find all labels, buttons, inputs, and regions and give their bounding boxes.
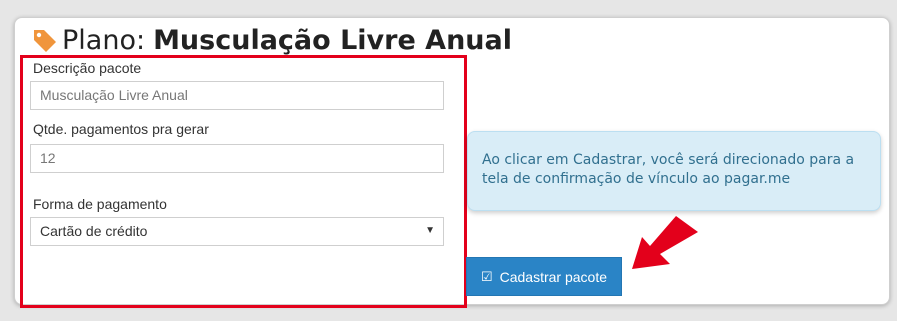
payment-method-value: Cartão de crédito	[40, 223, 148, 239]
plan-name: Musculação Livre Anual	[153, 25, 512, 56]
submit-package-label: Cadastrar pacote	[499, 268, 608, 285]
info-alert: Ao clicar em Cadastrar, você será direci…	[467, 131, 881, 211]
submit-package-button[interactable]: ☑ Cadastrar pacote	[466, 257, 622, 296]
page-background: Plano: Musculação Livre Anual Descrição …	[0, 0, 897, 321]
arrow-icon	[632, 216, 698, 269]
payment-method-select[interactable]: Cartão de crédito ▼	[30, 217, 444, 246]
payments-count-input[interactable]: 12	[30, 144, 444, 173]
description-input[interactable]: Musculação Livre Anual	[30, 81, 444, 110]
payments-count-label: Qtde. pagamentos pra gerar	[33, 121, 209, 137]
page-title: Plano: Musculação Livre Anual	[32, 25, 512, 56]
tag-icon	[34, 29, 56, 52]
check-square-icon: ☑	[480, 268, 493, 284]
title-prefix: Plano:	[62, 25, 146, 56]
payment-method-label: Forma de pagamento	[33, 196, 167, 212]
description-label: Descrição pacote	[33, 60, 142, 76]
dropdown-caret-icon: ▼	[425, 225, 435, 236]
